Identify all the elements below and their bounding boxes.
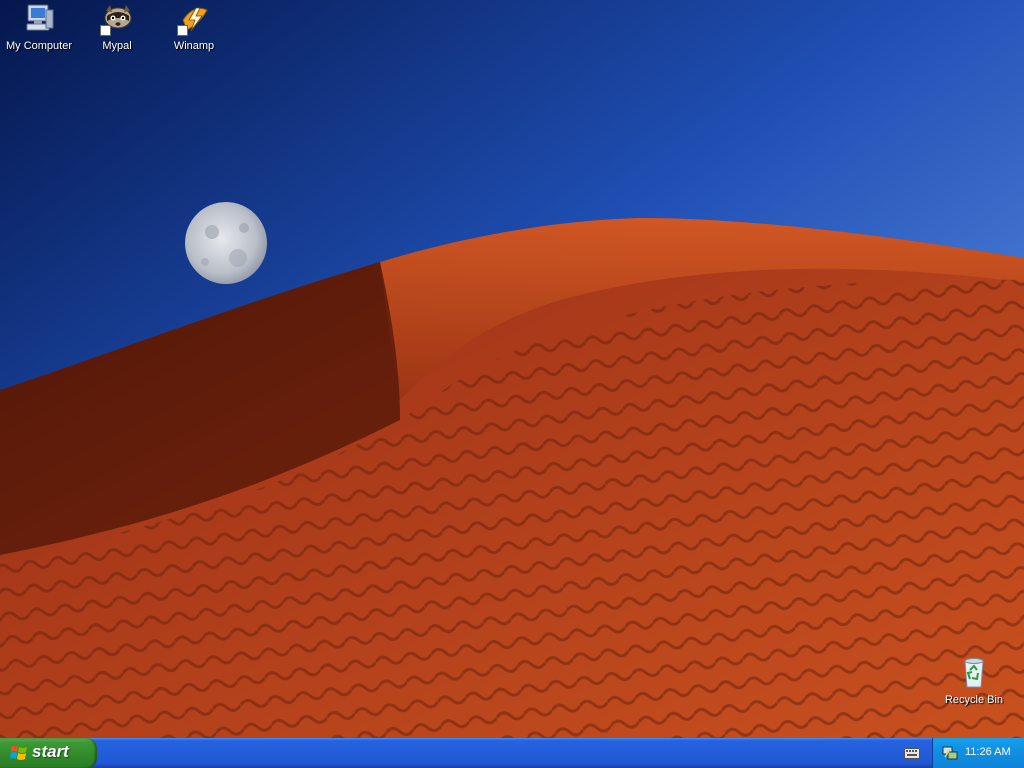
recycle-bin-icon bbox=[957, 656, 991, 690]
network-icon[interactable] bbox=[942, 745, 958, 761]
start-button[interactable]: start bbox=[0, 738, 97, 768]
taskbar-clock[interactable]: 11:26 AM bbox=[965, 746, 1011, 758]
desktop-icon-label: Winamp bbox=[173, 40, 215, 52]
windows-flag-icon bbox=[10, 746, 27, 760]
wallpaper bbox=[0, 0, 1024, 738]
mypal-raccoon-icon bbox=[100, 2, 134, 36]
winamp-lightning-icon bbox=[177, 2, 211, 36]
desktop-icon-mypal[interactable]: Mypal bbox=[78, 2, 156, 52]
desktop-icon-label: Mypal bbox=[102, 40, 132, 52]
start-label: start bbox=[32, 742, 69, 761]
my-computer-icon bbox=[22, 2, 56, 36]
desktop-icon-label: Recycle Bin bbox=[944, 694, 1004, 706]
system-tray: 11:26 AM bbox=[932, 738, 1024, 768]
desktop-icon-label: My Computer bbox=[5, 40, 73, 52]
shortcut-arrow-icon bbox=[177, 25, 188, 36]
keyboard-icon[interactable] bbox=[904, 748, 920, 759]
desktop-icon-my-computer[interactable]: My Computer bbox=[0, 2, 78, 52]
desktop-icon-recycle-bin[interactable]: Recycle Bin bbox=[935, 656, 1013, 706]
moon bbox=[185, 202, 267, 284]
taskbar[interactable]: start 11:26 AM bbox=[0, 738, 1024, 768]
desktop-icon-winamp[interactable]: Winamp bbox=[155, 2, 233, 52]
shortcut-arrow-icon bbox=[100, 25, 111, 36]
desktop[interactable]: My Computer Mypal Winamp Recycle Bin bbox=[0, 0, 1024, 738]
